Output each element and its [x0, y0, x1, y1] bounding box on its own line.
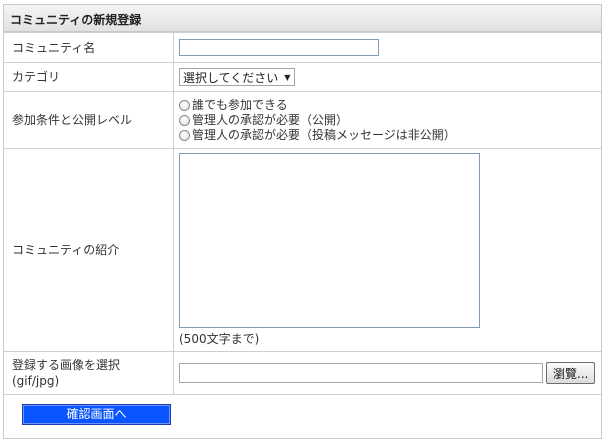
participation-option-label: 誰でも参加できる	[192, 97, 288, 112]
introduction-textarea[interactable]	[179, 153, 480, 328]
page-title: コミュニティの新規登録	[10, 13, 142, 27]
confirm-button[interactable]: 確認画面へ	[22, 404, 171, 425]
row-category: カテゴリ 選択してください ▼	[4, 62, 601, 92]
radio-icon[interactable]	[179, 99, 190, 111]
image-format-label: (gif/jpg)	[12, 374, 60, 388]
community-name-input[interactable]	[179, 39, 379, 56]
category-selected-value: 選択してください	[183, 70, 279, 85]
registration-form: コミュニティ名 カテゴリ 選択してください ▼ 参加条件と公開レベル 誰でも参加…	[4, 32, 601, 395]
community-name-cell	[173, 32, 601, 63]
community-name-label: コミュニティ名	[4, 32, 174, 63]
introduction-cell: (500文字まで)	[173, 148, 601, 352]
participation-cell: 誰でも参加できる 管理人の承認が必要（公開） 管理人の承認が必要（投稿メッセージ…	[173, 91, 601, 149]
introduction-label: コミュニティの紹介	[4, 148, 174, 352]
chevron-down-icon: ▼	[284, 72, 291, 82]
image-label: 登録する画像を選択	[12, 358, 121, 372]
character-limit-note: (500文字まで)	[179, 332, 260, 346]
row-name: コミュニティ名	[4, 32, 601, 63]
browse-button[interactable]: 瀏覽...	[546, 362, 596, 384]
file-picker: 瀏覽...	[179, 362, 601, 384]
participation-label: 参加条件と公開レベル	[4, 91, 174, 149]
participation-option-label: 管理人の承認が必要（公開）	[192, 112, 349, 127]
radio-icon[interactable]	[179, 129, 190, 141]
category-select[interactable]: 選択してください ▼	[179, 68, 296, 86]
row-image: 登録する画像を選択 (gif/jpg) 瀏覽...	[4, 351, 601, 395]
radio-icon[interactable]	[179, 114, 190, 126]
image-cell: 瀏覽...	[173, 351, 601, 395]
row-participation: 参加条件と公開レベル 誰でも参加できる 管理人の承認が必要（公開） 管理人の承認…	[4, 91, 601, 149]
participation-option-open[interactable]: 誰でも参加できる	[179, 98, 601, 113]
category-label: カテゴリ	[4, 62, 174, 92]
participation-option-label: 管理人の承認が必要（投稿メッセージは非公開）	[192, 127, 456, 142]
category-cell: 選択してください ▼	[173, 62, 601, 92]
image-label-cell: 登録する画像を選択 (gif/jpg)	[4, 351, 174, 395]
registration-panel: コミュニティの新規登録 コミュニティ名 カテゴリ 選択してください ▼ 参加条件…	[3, 4, 602, 439]
panel-header: コミュニティの新規登録	[4, 5, 601, 32]
file-path-input[interactable]	[179, 363, 543, 383]
participation-option-approval-public[interactable]: 管理人の承認が必要（公開）	[179, 113, 601, 128]
participation-option-approval-private[interactable]: 管理人の承認が必要（投稿メッセージは非公開）	[179, 128, 601, 143]
row-introduction: コミュニティの紹介 (500文字まで)	[4, 148, 601, 352]
